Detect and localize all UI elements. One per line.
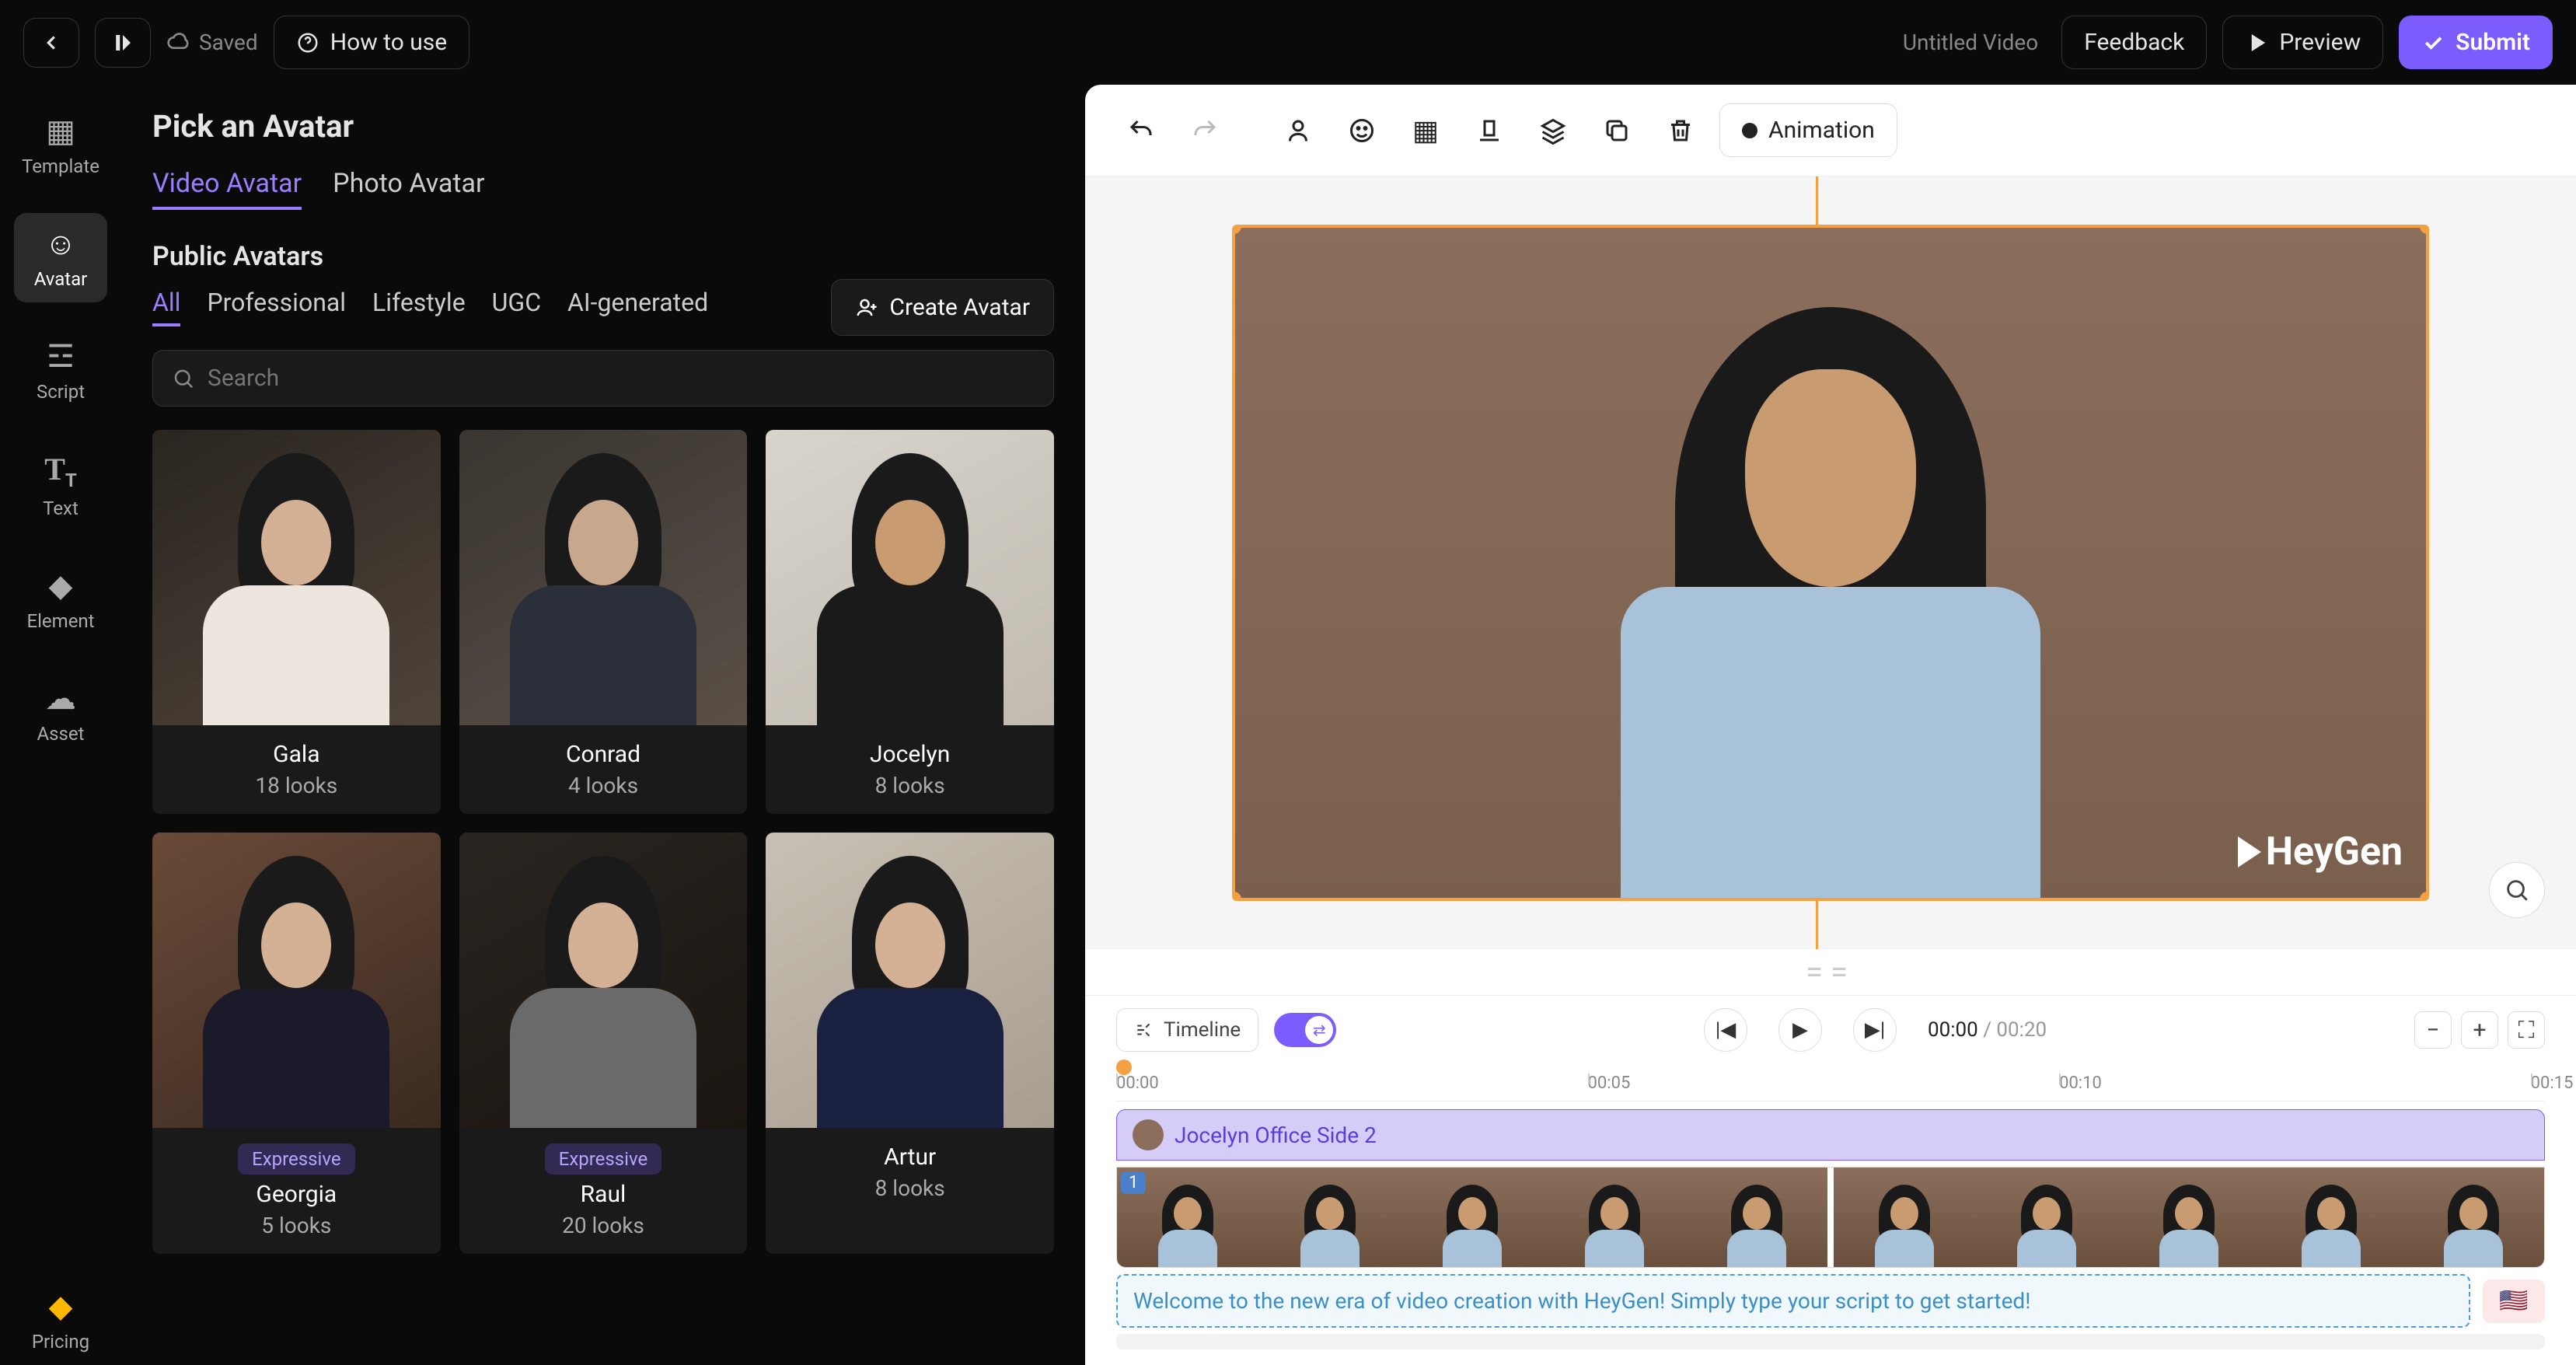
avatar-looks: 20 looks <box>475 1213 732 1238</box>
ruler-tick: 00:15 <box>2531 1073 2574 1093</box>
avatar-name: Jocelyn <box>781 741 1038 768</box>
clip-label[interactable]: Jocelyn Office Side 2 <box>1116 1109 2545 1161</box>
zoom-fit-timeline-button[interactable]: ⛶ <box>2508 1011 2545 1049</box>
avatar-name: Artur <box>781 1143 1038 1171</box>
zoom-out-button[interactable]: − <box>2414 1011 2452 1049</box>
how-to-use-button[interactable]: How to use <box>274 16 470 69</box>
submit-button[interactable]: Submit <box>2399 16 2553 69</box>
expressive-badge: Expressive <box>545 1143 661 1175</box>
playhead-cursor[interactable] <box>1116 1060 1132 1075</box>
avatar-card[interactable]: Expressive Raul 20 looks <box>459 833 748 1254</box>
prev-button[interactable]: |◀ <box>1704 1008 1747 1052</box>
person-icon[interactable] <box>1273 106 1323 155</box>
next-button[interactable]: ▶| <box>1853 1008 1897 1052</box>
clip-frame <box>2260 1168 2402 1267</box>
timeline-resize-handle[interactable]: == <box>1085 949 2576 995</box>
resize-handle[interactable] <box>2420 892 2429 901</box>
language-flag[interactable]: 🇺🇸 <box>2483 1279 2545 1323</box>
avatar-looks: 4 looks <box>475 773 732 798</box>
watermark: HeyGen <box>2238 829 2403 875</box>
clip-avatar-icon <box>1133 1119 1164 1150</box>
avatar-preview <box>1621 369 2040 898</box>
expressive-badge: Expressive <box>238 1143 354 1175</box>
audio-track[interactable] <box>1116 1334 2545 1349</box>
filter-ugc[interactable]: UGC <box>492 288 541 326</box>
canvas-frame[interactable]: HeyGen <box>1232 225 2429 901</box>
avatar-name: Conrad <box>475 741 732 768</box>
copy-icon[interactable] <box>1592 106 1642 155</box>
clip-number: 1 <box>1121 1171 1146 1194</box>
filter-all[interactable]: All <box>152 288 180 326</box>
avatar-name: Raul <box>475 1181 732 1208</box>
create-avatar-button[interactable]: Create Avatar <box>831 279 1054 336</box>
zoom-fit-button[interactable] <box>2489 862 2545 918</box>
resize-handle[interactable] <box>2420 225 2429 234</box>
rail-pricing[interactable]: ◆Pricing <box>14 1276 107 1365</box>
animation-dot-icon <box>1742 123 1757 138</box>
collapse-panel-button[interactable] <box>1076 380 1085 473</box>
clip-frame <box>2402 1168 2544 1267</box>
filter-lifestyle[interactable]: Lifestyle <box>372 288 466 326</box>
clip-frame <box>2118 1168 2260 1267</box>
search-box[interactable] <box>152 350 1054 407</box>
timeline-button[interactable]: Timeline <box>1116 1008 1258 1052</box>
filter-professional[interactable]: Professional <box>207 288 346 326</box>
rail-element[interactable]: ◆Element <box>14 555 107 644</box>
timeline-ruler[interactable]: 00:0000:0500:1000:15 <box>1116 1064 2545 1101</box>
rail-text[interactable]: TTText <box>14 438 107 532</box>
tab-video-avatar[interactable]: Video Avatar <box>152 168 302 210</box>
avatar-looks: 5 looks <box>168 1213 425 1238</box>
avatar-looks: 8 looks <box>781 773 1038 798</box>
layers-icon[interactable] <box>1528 106 1578 155</box>
clip-frame <box>1685 1168 1827 1267</box>
avatar-looks: 18 looks <box>168 773 425 798</box>
resize-handle[interactable] <box>1232 892 1241 901</box>
video-clip[interactable] <box>1116 1167 2545 1268</box>
avatar-card[interactable]: Jocelyn 8 looks <box>766 430 1054 814</box>
clip-frame <box>1834 1168 1976 1267</box>
logo-button[interactable] <box>95 18 151 68</box>
script-track[interactable]: Welcome to the new era of video creation… <box>1116 1274 2470 1328</box>
face-icon[interactable] <box>1337 106 1387 155</box>
play-button[interactable]: ▶ <box>1778 1008 1822 1052</box>
ruler-tick: 00:05 <box>1588 1073 1631 1093</box>
avatar-looks: 8 looks <box>781 1175 1038 1201</box>
filter-ai-generated[interactable]: AI-generated <box>567 288 708 326</box>
avatar-card[interactable]: Gala 18 looks <box>152 430 441 814</box>
avatar-name: Gala <box>168 741 425 768</box>
public-avatars-title: Public Avatars <box>152 241 1054 272</box>
avatar-card[interactable]: Expressive Georgia 5 looks <box>152 833 441 1254</box>
ruler-tick: 00:00 <box>1116 1073 1159 1093</box>
preview-button[interactable]: Preview <box>2222 16 2383 69</box>
clip-frame <box>1401 1168 1544 1267</box>
rail-asset[interactable]: ☁Asset <box>14 668 107 757</box>
clip-frame <box>1976 1168 2118 1267</box>
zoom-in-button[interactable]: + <box>2461 1011 2498 1049</box>
time-display: 00:00 / 00:20 <box>1928 1018 2047 1042</box>
avatar-card[interactable]: Artur 8 looks <box>766 833 1054 1254</box>
rail-avatar[interactable]: ☺Avatar <box>14 213 107 302</box>
animation-button[interactable]: Animation <box>1719 103 1897 157</box>
redo-button[interactable] <box>1180 106 1230 155</box>
search-input[interactable] <box>208 365 1035 392</box>
clip-frame <box>1259 1168 1401 1267</box>
rail-script[interactable]: ☲Script <box>14 326 107 415</box>
avatar-name: Georgia <box>168 1181 425 1208</box>
timeline-toggle[interactable]: ⇄ <box>1274 1013 1336 1047</box>
background-icon[interactable]: ▦ <box>1401 106 1450 155</box>
document-title[interactable]: Untitled Video <box>1903 30 2038 55</box>
feedback-button[interactable]: Feedback <box>2061 16 2207 69</box>
back-button[interactable] <box>23 18 79 68</box>
rail-template[interactable]: ▦Template <box>14 100 107 190</box>
delete-icon[interactable] <box>1656 106 1705 155</box>
saved-status: Saved <box>166 30 258 55</box>
tab-photo-avatar[interactable]: Photo Avatar <box>333 168 484 210</box>
panel-title: Pick an Avatar <box>152 108 1054 145</box>
resize-handle[interactable] <box>1232 225 1241 234</box>
ruler-tick: 00:10 <box>2059 1073 2102 1093</box>
clip-frame <box>1543 1168 1685 1267</box>
avatar-card[interactable]: Conrad 4 looks <box>459 430 748 814</box>
undo-button[interactable] <box>1116 106 1166 155</box>
align-icon[interactable] <box>1464 106 1514 155</box>
